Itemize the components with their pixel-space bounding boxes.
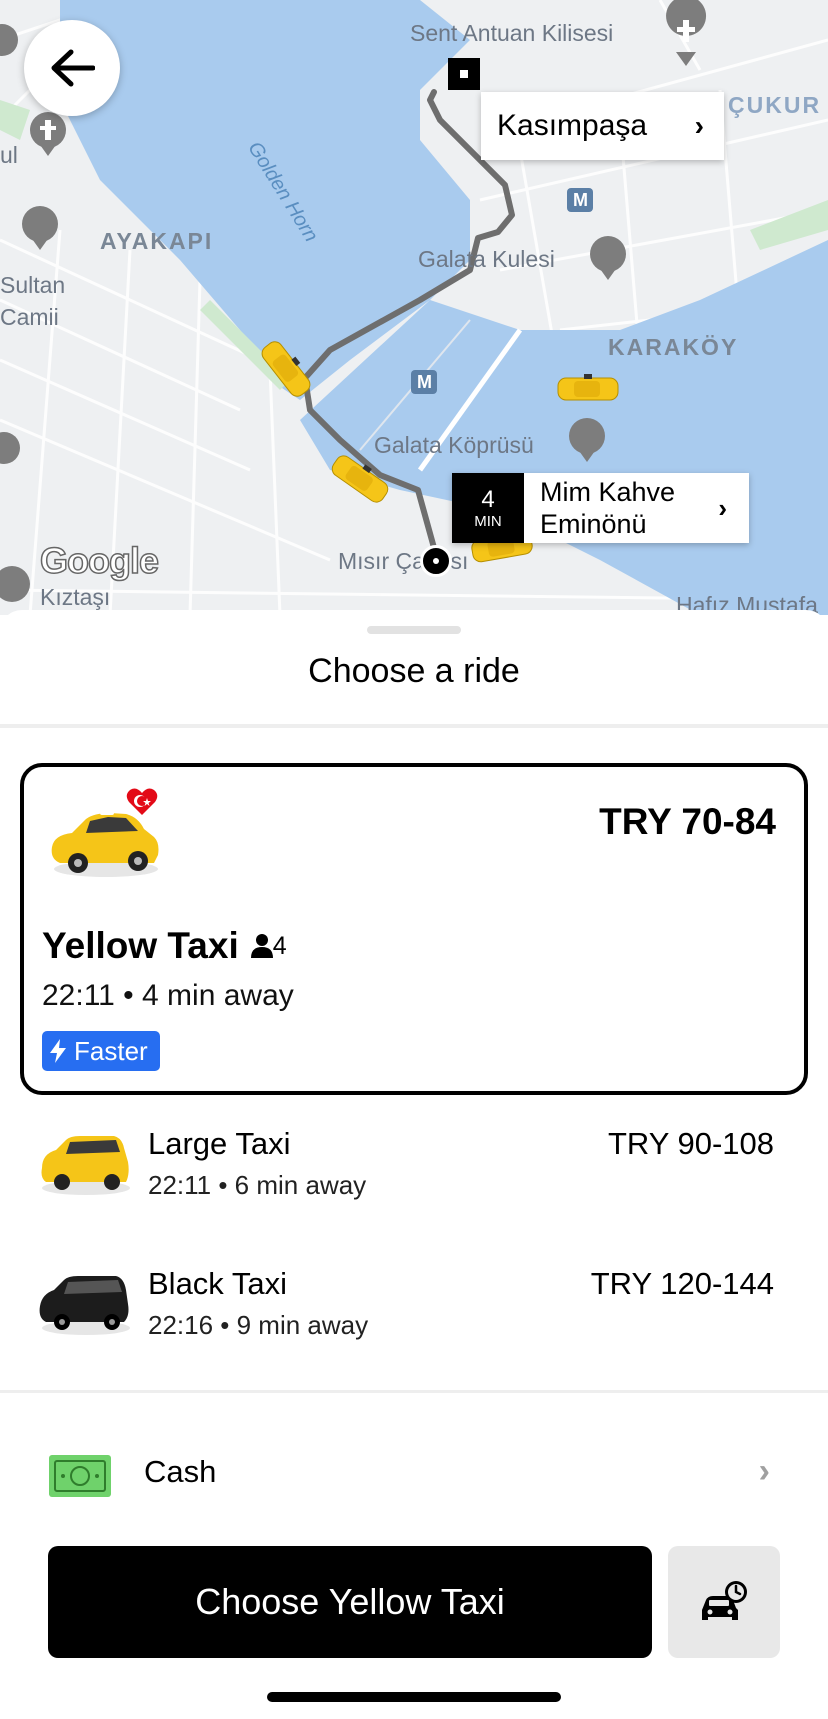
ride-option-yellow-taxi[interactable]: TRY 70-84 Yellow Taxi 4 22:11 • 4 min aw…: [20, 763, 808, 1095]
pickup-place: Mim Kahve Eminönü: [524, 473, 718, 543]
chevron-right-icon: ›: [718, 492, 727, 523]
map-label-ul: ul: [0, 142, 18, 168]
cash-icon: [49, 1455, 111, 1497]
destination-chip[interactable]: Kasımpaşa ›: [481, 92, 724, 160]
metro-icon: M: [573, 190, 588, 210]
ride-name: Black Taxi: [148, 1266, 287, 1301]
destination-name: Kasımpaşa: [497, 109, 648, 142]
arrow-left-icon: [51, 49, 95, 87]
map-label-kiztasi: Kıztaşı: [40, 584, 111, 610]
google-logo: Google: [39, 539, 160, 582]
pickup-marker-icon: [420, 545, 452, 577]
faster-badge: Faster: [42, 1031, 160, 1071]
map-view[interactable]: Sent Antuan Kilisesi ÇUKUR Golden Horn A…: [0, 0, 828, 615]
metro-icon: M: [417, 372, 432, 392]
ride-name: Large Taxi: [148, 1126, 291, 1161]
payment-method-row[interactable]: Cash ›: [0, 1440, 828, 1504]
pickup-chip[interactable]: 4 MIN Mim Kahve Eminönü ›: [452, 473, 749, 543]
chevron-right-icon: ›: [694, 110, 704, 141]
large-taxi-car-icon: [41, 1136, 130, 1195]
destination-marker-icon: [448, 58, 480, 90]
black-taxi-car-icon: [39, 1276, 130, 1335]
sheet-grabber[interactable]: [367, 626, 461, 634]
ride-price: TRY 70-84: [599, 801, 776, 842]
pickup-place-line1: Mim Kahve: [540, 477, 676, 507]
ride-name-text: Yellow Taxi: [42, 925, 239, 966]
ride-options-sheet: Choose a ride TRY 70-84 Yellow Taxi 4 22…: [0, 610, 828, 1719]
map-label-galata-koprusu: Galata Köprüsü: [374, 432, 534, 458]
map-label-karakoy: KARAKÖY: [608, 334, 739, 360]
ride-eta: 22:11 • 4 min away: [42, 979, 294, 1012]
chevron-right-icon: ›: [758, 1452, 770, 1490]
divider: [0, 724, 828, 728]
choose-ride-button[interactable]: Choose Yellow Taxi: [48, 1546, 652, 1658]
schedule-ride-button[interactable]: [668, 1546, 780, 1658]
pickup-place-line2: Eminönü: [540, 509, 647, 539]
map-label-sultan: Sultan: [0, 272, 66, 298]
ride-name: Yellow Taxi 4: [42, 925, 287, 967]
map-label-sent-antuan: Sent Antuan Kilisesi: [410, 20, 614, 46]
map-label-cukur: ÇUKUR: [728, 92, 822, 118]
ride-eta: 22:11 • 6 min away: [148, 1170, 367, 1200]
back-button[interactable]: [24, 20, 120, 116]
ride-option-black-taxi[interactable]: Black Taxi 22:16 • 9 min away TRY 120-14…: [0, 1254, 828, 1374]
person-icon: [250, 934, 273, 958]
ride-price: TRY 120-144: [590, 1266, 774, 1301]
lightning-icon: [50, 1039, 66, 1063]
sheet-title: Choose a ride: [308, 652, 520, 690]
car-clock-icon: [702, 1581, 747, 1620]
seat-capacity: 4: [250, 931, 287, 961]
ride-eta: 22:16 • 9 min away: [148, 1310, 369, 1340]
map-label-ayakapi: AYAKAPI: [100, 228, 214, 254]
home-indicator[interactable]: [267, 1692, 561, 1702]
ride-price: TRY 90-108: [607, 1126, 774, 1161]
map-label-camii: Camii: [0, 304, 59, 330]
map-label-galata-kulesi: Galata Kulesi: [418, 246, 555, 272]
pickup-eta-box: 4 MIN: [452, 473, 524, 543]
taxi-car-icon: [557, 374, 619, 401]
faster-badge-label: Faster: [74, 1035, 148, 1066]
pickup-eta-value: 4: [481, 485, 495, 513]
ride-option-large-taxi[interactable]: Large Taxi 22:11 • 6 min away TRY 90-108: [0, 1114, 828, 1234]
turkey-flag-heart-icon: [126, 788, 158, 815]
payment-method-label: Cash: [144, 1454, 217, 1489]
pickup-eta-unit: MIN: [474, 512, 502, 530]
divider: [0, 1390, 828, 1393]
seat-count: 4: [272, 931, 287, 960]
